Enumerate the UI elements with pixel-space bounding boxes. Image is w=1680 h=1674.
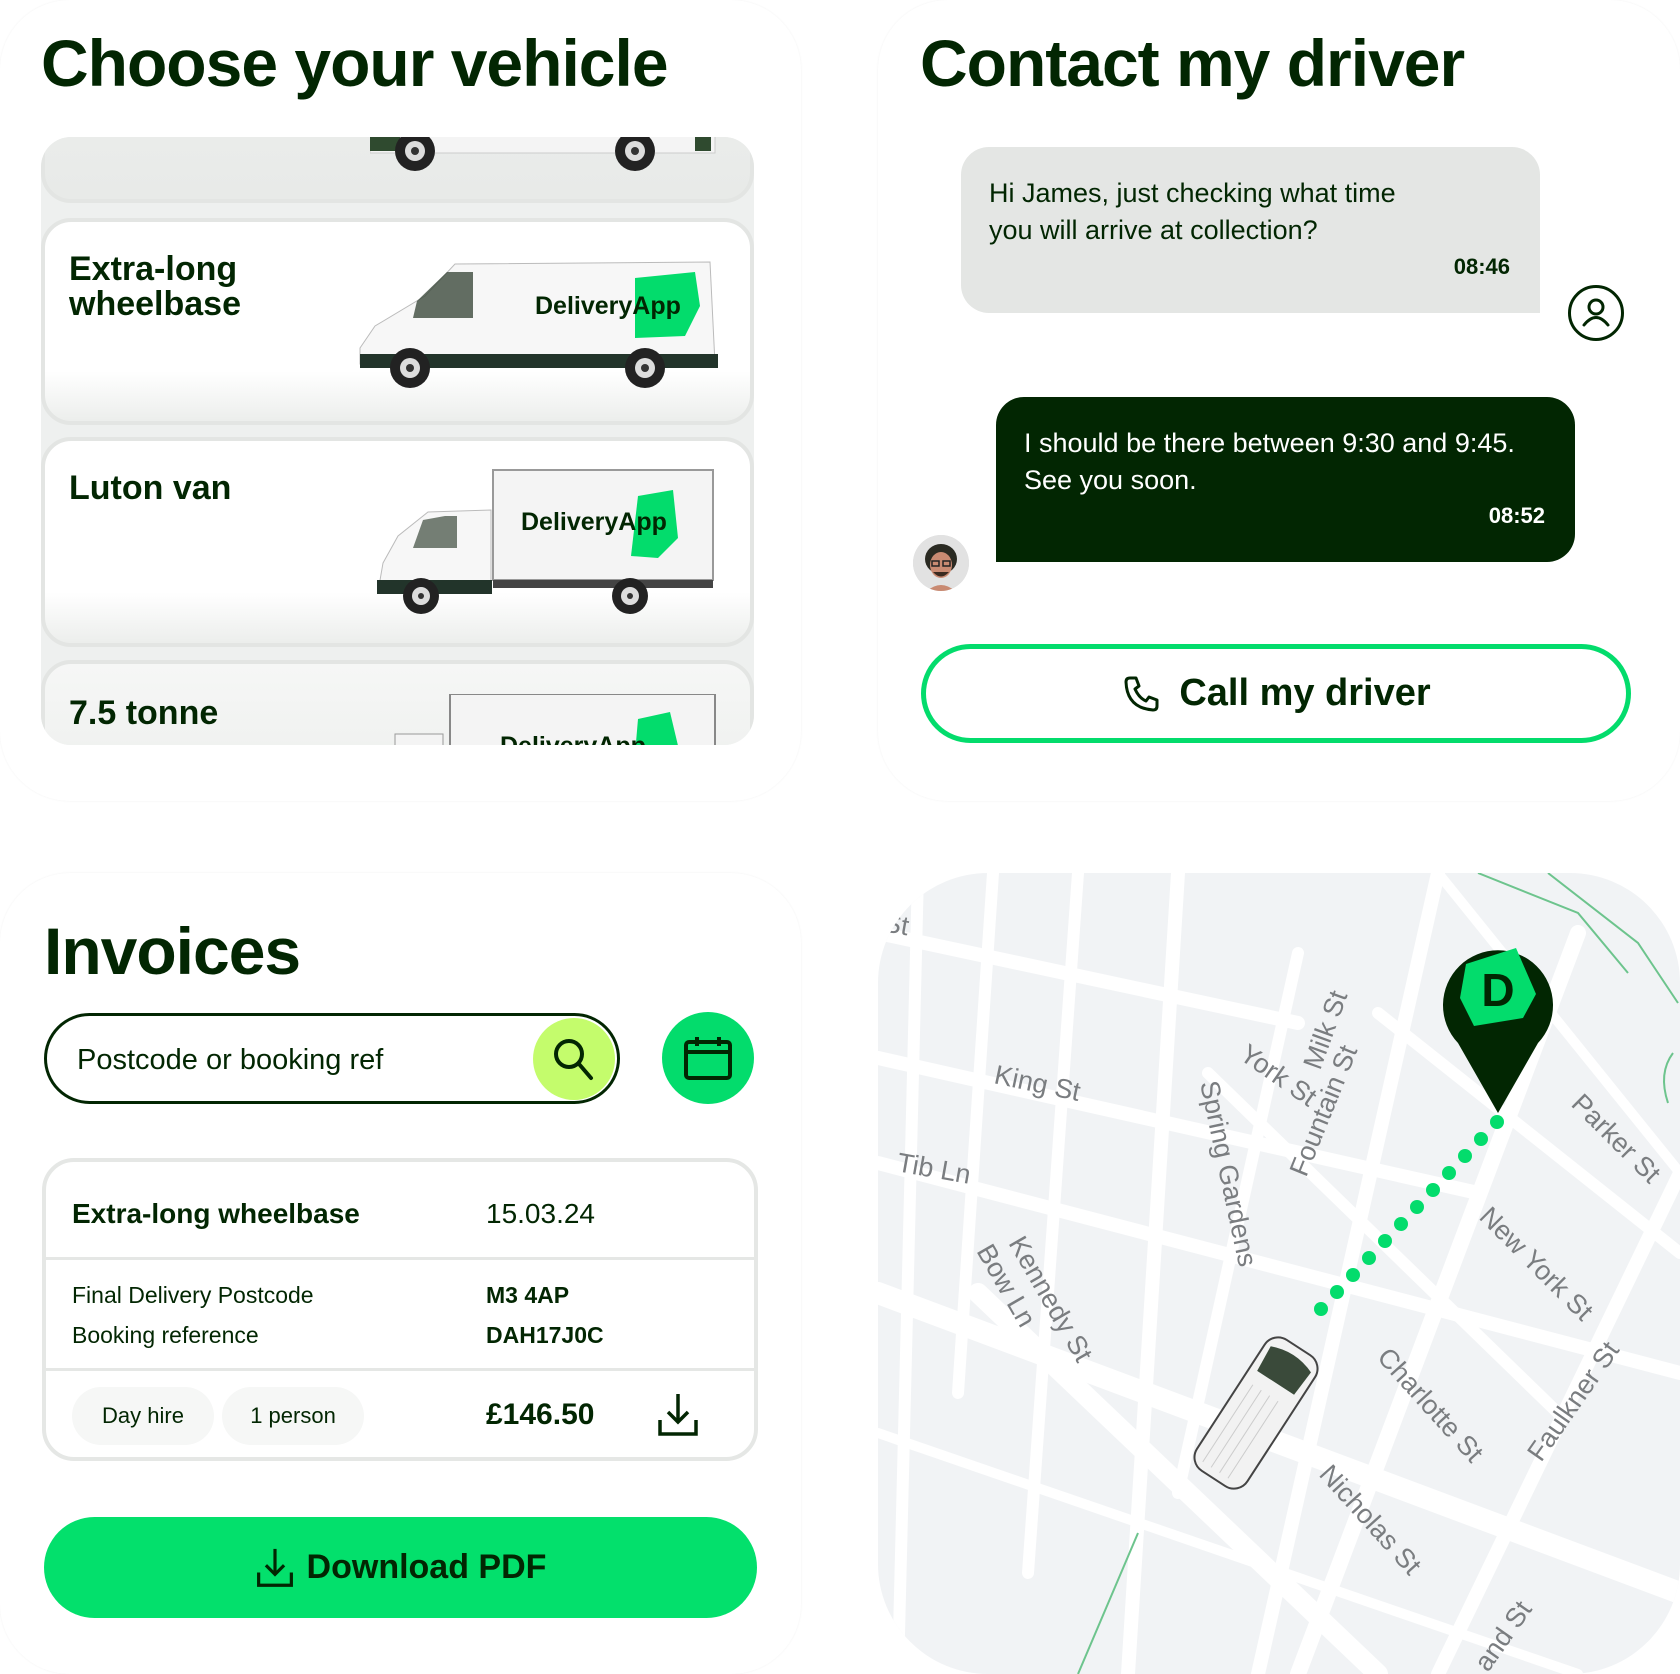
- calendar-icon: [684, 1037, 732, 1080]
- download-pdf-label: Download PDF: [306, 1548, 547, 1586]
- invoice-price: £146.50: [486, 1398, 595, 1431]
- map-canvas[interactable]: King St Tib Ln Spring Gardens York St Mi…: [878, 873, 1680, 1674]
- message-text: Hi James, just checking what time you wi…: [989, 178, 1396, 245]
- vehicle-name: Luton van: [69, 469, 232, 507]
- pin-letter: D: [1481, 964, 1514, 1016]
- vehicle-option[interactable]: [41, 137, 754, 203]
- vehicle-panel: Choose your vehicle Extra-long wheelbase: [0, 0, 801, 801]
- calendar-button[interactable]: [662, 1012, 754, 1104]
- street-label: New York St: [1474, 1201, 1600, 1327]
- street-label: and St: [1468, 1595, 1538, 1674]
- vehicle-name: 7.5 tonne: [69, 694, 219, 732]
- search-button[interactable]: [533, 1018, 615, 1100]
- download-pdf-button[interactable]: Download PDF: [44, 1517, 757, 1618]
- download-icon: [256, 1548, 293, 1587]
- invoice-vehicle: Extra-long wheelbase: [72, 1198, 360, 1229]
- vehicle-list[interactable]: Extra-long wheelbase DeliveryApp Luton v…: [41, 137, 754, 745]
- van-image: [370, 137, 716, 171]
- brand-label: DeliveryApp: [535, 292, 681, 320]
- user-circle-icon: [1568, 285, 1624, 341]
- vehicle-panel-title: Choose your vehicle: [41, 26, 669, 100]
- message-time: 08:46: [1453, 254, 1510, 279]
- extra-long-van-image: DeliveryApp: [359, 261, 718, 388]
- divider: [46, 1368, 754, 1371]
- call-driver-label: Call my driver: [1179, 672, 1431, 714]
- invoices-title: Invoices: [44, 914, 301, 988]
- vehicle-option-extra-long-wheelbase[interactable]: Extra-long wheelbase DeliveryApp: [41, 218, 754, 425]
- tag-pill: 1 person: [222, 1387, 364, 1445]
- vehicle-option-7-5-tonne[interactable]: 7.5 tonne DeliveryApp: [41, 660, 754, 745]
- download-icon[interactable]: [656, 1392, 700, 1438]
- call-driver-button[interactable]: Call my driver: [921, 644, 1631, 743]
- search-icon: [554, 1039, 593, 1080]
- vehicle-name: Extra-long wheelbase: [69, 252, 241, 322]
- brand-label: DeliveryApp: [500, 732, 646, 745]
- message-bubble-sent: Hi James, just checking what time you wi…: [961, 147, 1540, 313]
- field-value: M3 4AP: [486, 1282, 570, 1308]
- street-label: Faulkner St: [1521, 1336, 1625, 1467]
- truck-image: DeliveryApp: [394, 694, 716, 745]
- message-text: I should be there between 9:30 and 9:45.…: [1024, 428, 1515, 495]
- luton-van-image: DeliveryApp: [377, 469, 714, 614]
- search-placeholder: Postcode or booking ref: [77, 1044, 384, 1076]
- divider: [46, 1257, 754, 1260]
- map-panel[interactable]: King St Tib Ln Spring Gardens York St Mi…: [878, 873, 1680, 1674]
- message-bubble-received: I should be there between 9:30 and 9:45.…: [996, 397, 1575, 562]
- brand-label: DeliveryApp: [521, 508, 667, 536]
- field-label: Final Delivery Postcode: [72, 1282, 314, 1308]
- tag-pill: Day hire: [72, 1387, 214, 1445]
- driver-avatar: [913, 535, 969, 591]
- invoice-card[interactable]: Extra-long wheelbase 15.03.24 Final Deli…: [42, 1158, 758, 1461]
- search-input[interactable]: Postcode or booking ref: [44, 1013, 620, 1104]
- destination-pin[interactable]: D: [1443, 948, 1553, 1113]
- vehicle-option-luton-van[interactable]: Luton van DeliveryApp: [41, 437, 754, 647]
- field-label: Booking reference: [72, 1322, 259, 1348]
- vehicle-name-line2: wheelbase: [69, 285, 241, 323]
- message-time: 08:52: [1488, 503, 1545, 528]
- phone-icon: [1124, 676, 1159, 711]
- chat-panel-title: Contact my driver: [920, 26, 1465, 100]
- invoice-date: 15.03.24: [486, 1198, 595, 1229]
- vehicle-name-line1: Extra-long: [69, 250, 238, 288]
- field-value: DAH17J0C: [486, 1322, 604, 1348]
